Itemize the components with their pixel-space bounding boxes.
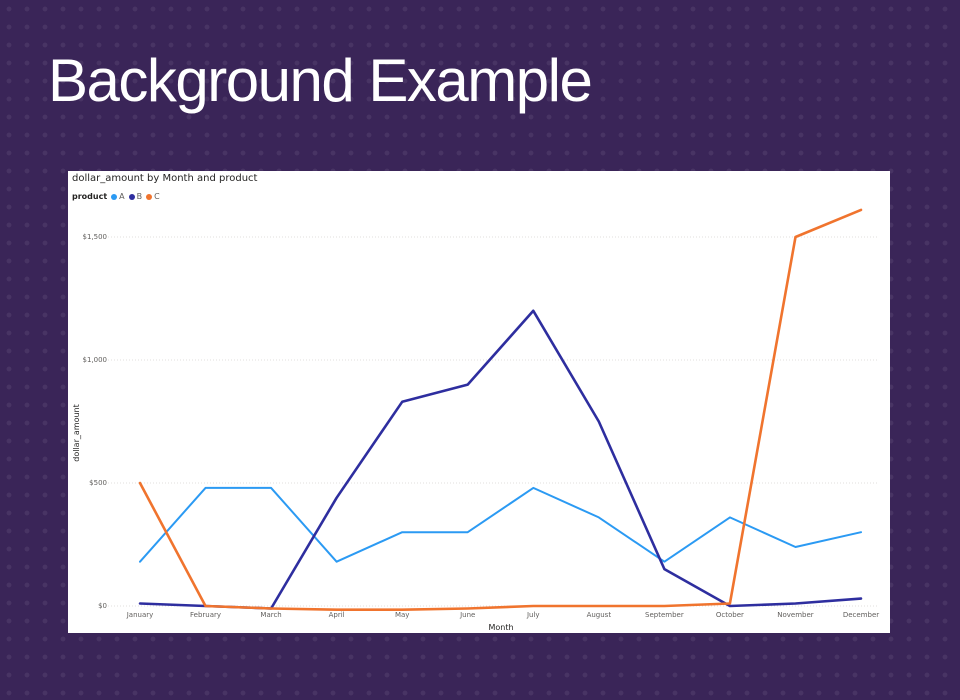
x-tick-label: July — [526, 611, 540, 619]
y-tick-label: $1,500 — [83, 233, 108, 241]
x-tick-label: August — [587, 611, 612, 619]
line-chart: $0 $500 $1,000 $1,500 January February March A… — [72, 208, 880, 632]
y-tick-label: $500 — [89, 479, 107, 487]
y-tick-label: $1,000 — [83, 356, 108, 364]
series-lines — [138, 208, 863, 612]
x-tick-label: October — [716, 611, 744, 619]
x-tick-label: March — [260, 611, 281, 619]
x-tick-label: January — [126, 611, 154, 619]
y-tick-labels: $0 $500 $1,000 $1,500 — [83, 233, 108, 610]
x-tick-label: June — [459, 611, 475, 619]
x-tick-label: September — [645, 611, 684, 619]
x-tick-labels: January February March April May June July Augu… — [126, 611, 880, 619]
x-tick-label: May — [395, 611, 409, 619]
x-axis-title: Month — [488, 623, 513, 632]
x-tick-label: April — [329, 611, 345, 619]
slide-title: Background Example — [48, 47, 593, 114]
y-tick-label: $0 — [98, 602, 107, 610]
series-line-a[interactable] — [139, 486, 862, 563]
x-tick-label: December — [843, 611, 879, 619]
y-axis-title: dollar_amount — [72, 404, 81, 461]
chart-card: dollar_amount by Month and product produ… — [68, 171, 890, 633]
series-line-c[interactable] — [138, 208, 863, 612]
x-tick-label: February — [190, 611, 221, 619]
x-tick-label: November — [777, 611, 814, 619]
series-line-b[interactable] — [138, 309, 863, 610]
